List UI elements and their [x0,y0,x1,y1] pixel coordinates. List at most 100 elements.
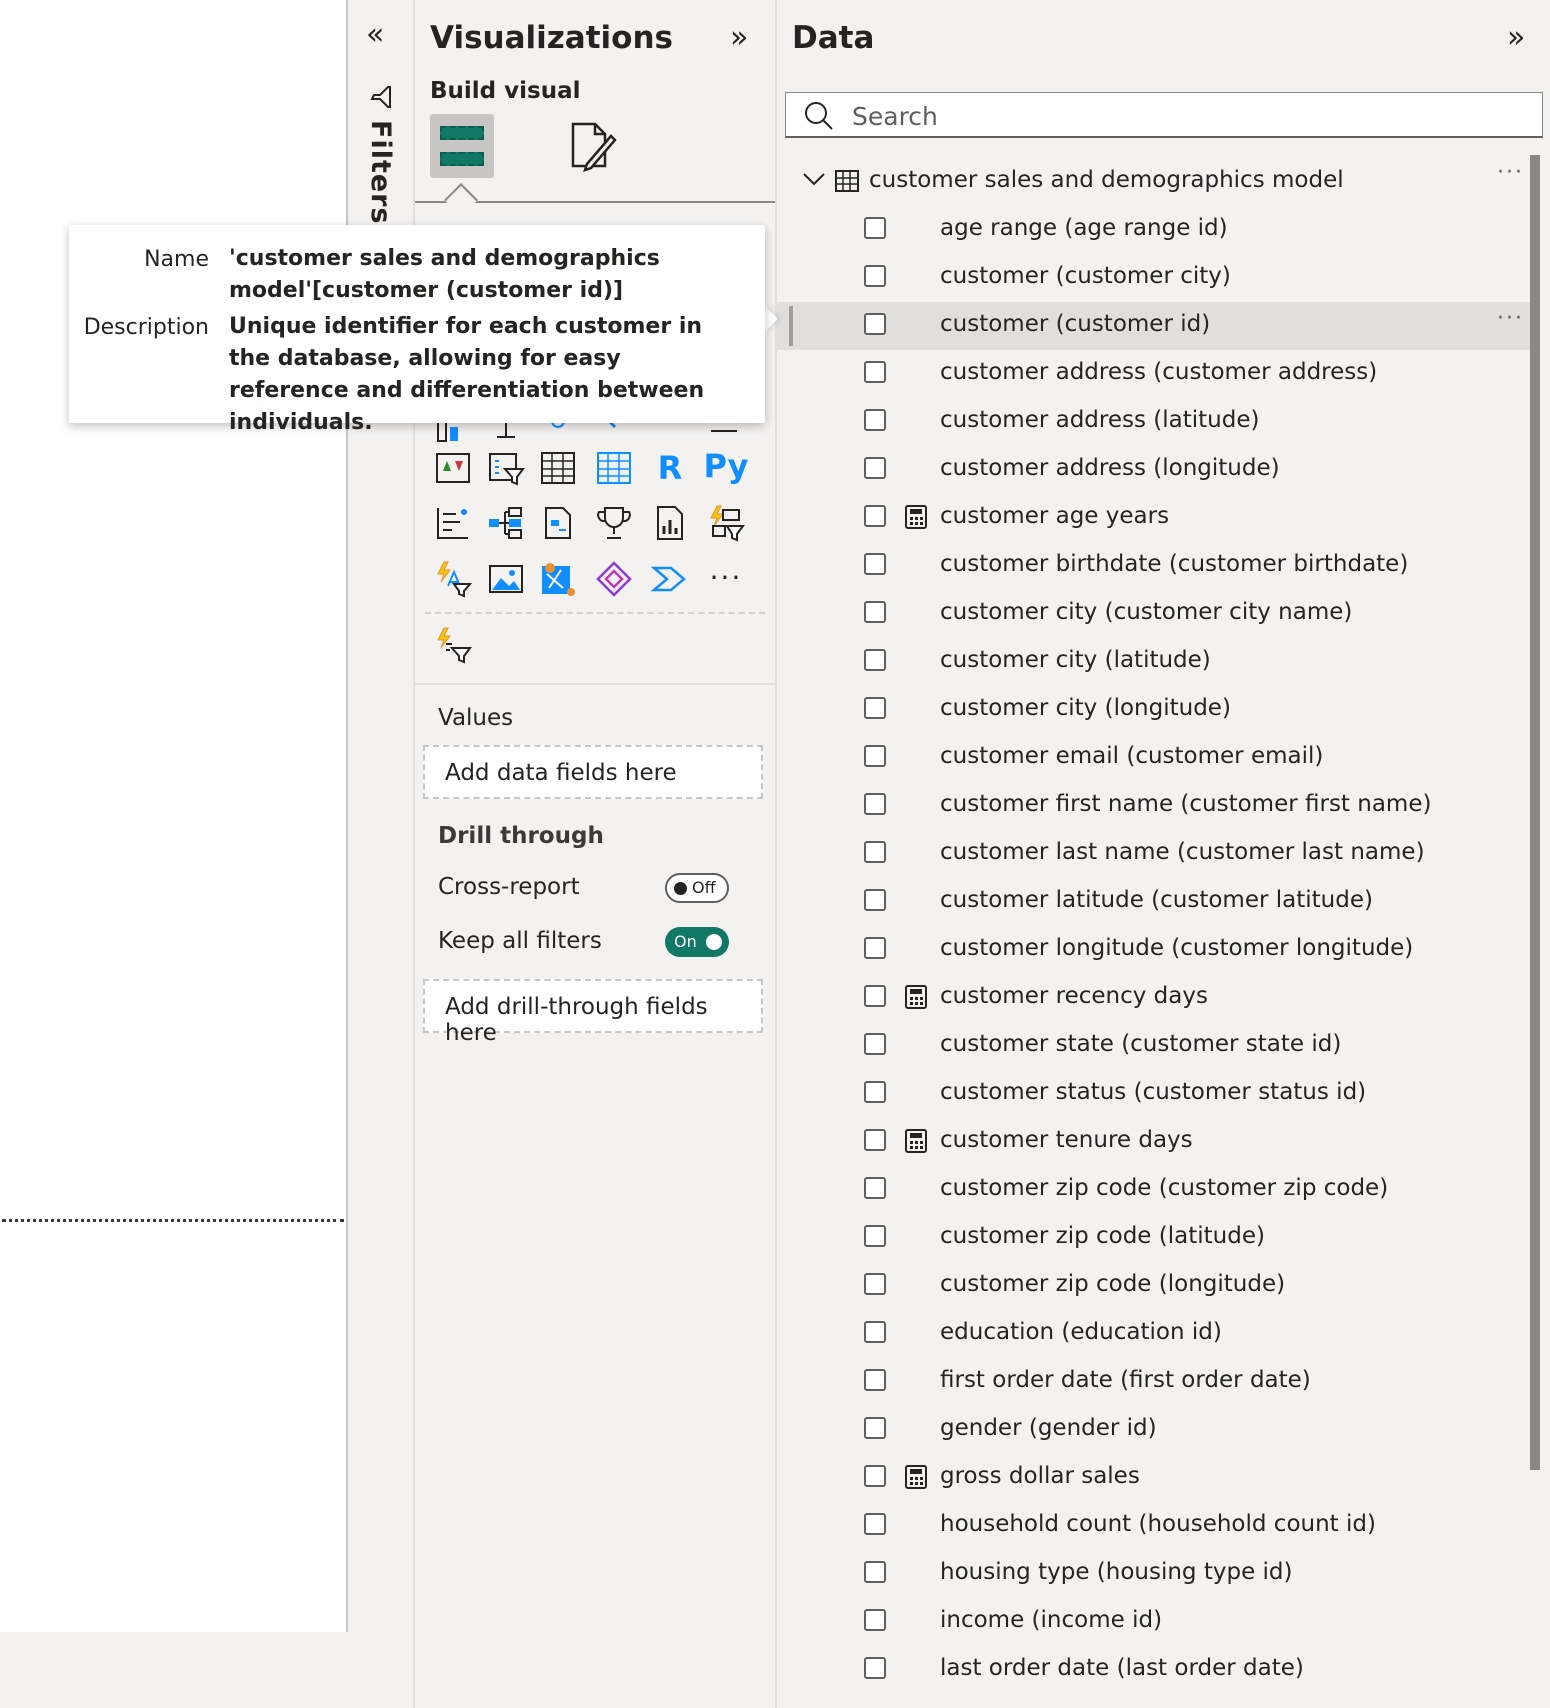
field-row[interactable]: customer zip code (latitude) [777,1214,1537,1262]
field-checkbox[interactable] [864,1129,886,1151]
python-visual-icon[interactable]: Py [704,445,749,487]
chevron-down-icon[interactable] [801,169,827,189]
field-checkbox[interactable] [864,745,886,767]
slicer-visual-icon[interactable] [485,447,527,489]
field-label: customer tenure days [940,1127,1193,1153]
field-row[interactable]: customer city (longitude) [777,686,1537,734]
field-checkbox[interactable] [864,1033,886,1055]
power-automate-icon[interactable] [649,558,691,600]
field-checkbox[interactable] [864,793,886,815]
field-checkbox[interactable] [864,1561,886,1583]
field-row[interactable]: customer (customer city) [777,254,1537,302]
field-row[interactable]: customer city (customer city name) [777,590,1537,638]
more-options-icon[interactable]: ··· [1497,160,1524,185]
field-checkbox[interactable] [864,1177,886,1199]
qna-visual-icon[interactable] [537,502,579,544]
more-options-icon[interactable]: ··· [1497,306,1524,331]
chevrons-left-icon[interactable]: « [366,20,384,50]
field-row[interactable]: customer recency days [777,974,1537,1022]
power-apps-diamond-icon[interactable] [593,558,635,600]
field-row[interactable]: customer state (customer state id) [777,1022,1537,1070]
field-row[interactable]: housing type (housing type id) [777,1550,1537,1598]
cross-report-toggle[interactable]: Off [665,873,729,903]
key-influencers-icon[interactable] [432,502,474,544]
field-row[interactable]: customer status (customer status id) [777,1070,1537,1118]
field-row[interactable]: gross dollar sales [777,1454,1537,1502]
data-pane-scrollbar[interactable] [1530,155,1540,1470]
field-row[interactable]: customer age years [777,494,1537,542]
field-checkbox[interactable] [864,937,886,959]
field-checkbox[interactable] [864,697,886,719]
field-row[interactable]: last order date (last order date) [777,1646,1537,1694]
field-checkbox[interactable] [864,985,886,1007]
data-search-box[interactable] [785,92,1543,138]
more-visuals-icon[interactable]: ··· [705,556,747,598]
field-row[interactable]: customer latitude (customer latitude) [777,878,1537,926]
custom-smart-visual-icon[interactable] [432,624,474,666]
field-row[interactable]: customer (customer id) ··· [777,302,1537,350]
paginated-report-icon[interactable] [649,502,691,544]
search-input[interactable] [850,97,1514,135]
chevrons-right-icon[interactable]: » [730,20,748,55]
field-row[interactable]: first order date (first order date) [777,1358,1537,1406]
smart-narrative-icon[interactable] [432,558,474,600]
field-checkbox[interactable] [864,1321,886,1343]
field-row[interactable]: customer last name (customer last name) [777,830,1537,878]
field-checkbox[interactable] [864,1081,886,1103]
field-row[interactable]: customer address (longitude) [777,446,1537,494]
field-checkbox[interactable] [864,217,886,239]
azure-map-visual-icon[interactable] [537,558,579,600]
field-checkbox[interactable] [864,841,886,863]
field-row[interactable]: income (income id) [777,1598,1537,1646]
field-row[interactable]: customer zip code (customer zip code) [777,1166,1537,1214]
decomposition-tree-icon[interactable] [485,502,527,544]
table-visual-icon[interactable] [537,447,579,489]
field-row[interactable]: customer tenure days [777,1118,1537,1166]
field-label: customer age years [940,503,1170,529]
field-checkbox[interactable] [864,313,886,335]
field-row[interactable]: customer first name (customer first name… [777,782,1537,830]
field-row[interactable]: customer birthdate (customer birthdate) [777,542,1537,590]
field-row[interactable]: customer zip code (longitude) [777,1262,1537,1310]
field-checkbox[interactable] [864,1465,886,1487]
keep-all-filters-toggle[interactable]: On [665,927,729,957]
values-drop-zone[interactable]: Add data fields here [423,745,763,799]
field-row[interactable]: gender (gender id) [777,1406,1537,1454]
field-checkbox[interactable] [864,1513,886,1535]
format-visual-tab-icon[interactable] [565,118,621,174]
filters-label[interactable]: Filters [365,120,396,225]
field-checkbox[interactable] [864,409,886,431]
kpi-visual-icon[interactable] [432,447,474,489]
field-row[interactable]: customer email (customer email) [777,734,1537,782]
field-checkbox[interactable] [864,601,886,623]
field-row[interactable]: customer address (customer address) [777,350,1537,398]
field-row[interactable]: household count (household count id) [777,1502,1537,1550]
field-checkbox[interactable] [864,1657,886,1679]
field-checkbox[interactable] [864,265,886,287]
field-checkbox[interactable] [864,889,886,911]
field-row[interactable]: customer longitude (customer longitude) [777,926,1537,974]
field-checkbox[interactable] [864,457,886,479]
field-checkbox[interactable] [864,1369,886,1391]
field-row[interactable]: customer city (latitude) [777,638,1537,686]
trophy-goals-icon[interactable] [593,502,635,544]
r-script-visual-icon[interactable]: R [649,447,691,489]
power-apps-visual-icon[interactable] [705,502,747,544]
field-row[interactable]: education (education id) [777,1310,1537,1358]
field-checkbox[interactable] [864,1609,886,1631]
matrix-visual-icon[interactable] [593,447,635,489]
field-checkbox[interactable] [864,553,886,575]
field-checkbox[interactable] [864,1417,886,1439]
field-checkbox[interactable] [864,1225,886,1247]
field-checkbox[interactable] [864,361,886,383]
field-row[interactable]: age range (age range id) [777,206,1537,254]
image-visual-icon[interactable] [485,558,527,600]
field-checkbox[interactable] [864,1273,886,1295]
drill-through-drop-zone[interactable]: Add drill-through fields here [423,979,763,1046]
field-checkbox[interactable] [864,649,886,671]
model-table-row[interactable]: customer sales and demographics model ··… [777,160,1537,202]
chevrons-right-icon[interactable]: » [1507,20,1525,55]
field-row[interactable]: customer address (latitude) [777,398,1537,446]
field-checkbox[interactable] [864,505,886,527]
build-visual-fields-tab[interactable] [430,114,494,178]
